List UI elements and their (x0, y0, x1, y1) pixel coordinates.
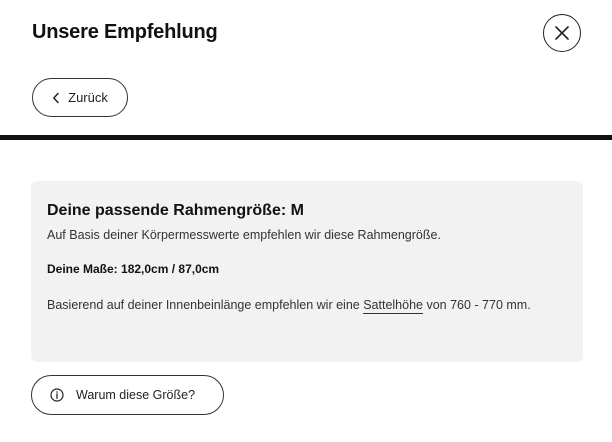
back-button-label: Zurück (68, 90, 108, 105)
frame-size-heading: Deine passende Rahmengröße: M (47, 202, 304, 219)
why-this-size-button[interactable]: Warum diese Größe? (31, 375, 224, 415)
body-measurements: Deine Maße: 182,0cm / 87,0cm (47, 262, 220, 276)
close-icon (555, 26, 569, 40)
frame-size-description: Auf Basis deiner Körpermesswerte empfehl… (47, 228, 441, 242)
saddle-height-link[interactable]: Sattelhöhe (363, 298, 423, 314)
recommendation-text-before: Basierend auf deiner Innenbeinlänge empf… (47, 298, 364, 312)
chevron-left-icon (53, 92, 59, 103)
modal-header: Unsere Empfehlung Zurück (0, 0, 612, 136)
info-icon (50, 388, 64, 402)
recommendation-text-after: von 760 - 770 mm. (422, 298, 531, 312)
section-divider (0, 135, 612, 140)
close-button[interactable] (543, 14, 581, 52)
why-this-size-label: Warum diese Größe? (76, 388, 196, 402)
back-button[interactable]: Zurück (32, 78, 128, 117)
saddle-height-recommendation: Basierend auf deiner Innenbeinlänge empf… (47, 295, 567, 316)
recommendation-card: Deine passende Rahmengröße: M Auf Basis … (31, 181, 583, 362)
page-title: Unsere Empfehlung (32, 21, 218, 43)
